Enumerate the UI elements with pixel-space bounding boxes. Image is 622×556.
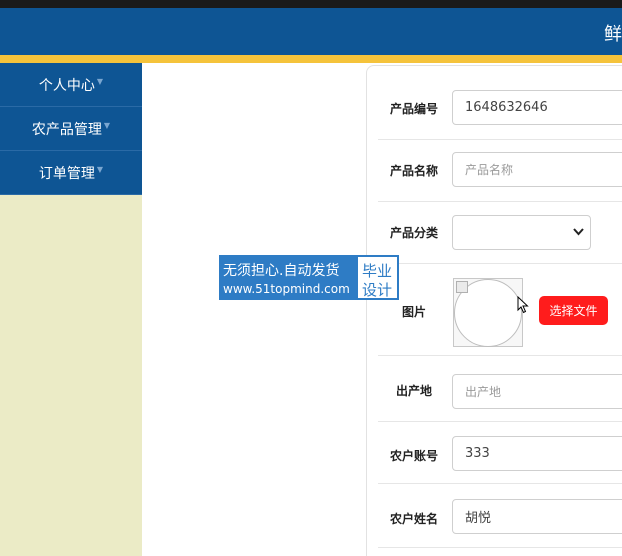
farmer-name-value: 胡悦 bbox=[465, 511, 492, 526]
app-header: 鲜 bbox=[0, 8, 622, 55]
product-category-label: 产品分类 bbox=[389, 226, 438, 240]
sidebar: 个人中心 ▼ 农产品管理 ▼ 订单管理 ▼ bbox=[0, 63, 142, 556]
image-preview bbox=[453, 278, 523, 347]
broken-image-icon bbox=[456, 281, 468, 293]
image-label: 图片 bbox=[401, 305, 426, 319]
content-area bbox=[142, 63, 366, 556]
product-code-value: 1648632646 bbox=[465, 100, 548, 115]
chevron-down-icon: ▼ bbox=[103, 121, 111, 130]
header-accent-stripe bbox=[0, 55, 622, 63]
product-name-input[interactable]: 产品名称 bbox=[452, 152, 622, 187]
chevron-down-icon: ▼ bbox=[96, 165, 104, 174]
mouse-pointer-icon bbox=[517, 295, 529, 318]
top-edge-bar bbox=[0, 0, 622, 8]
sidebar-item-label: 订单管理 bbox=[38, 165, 95, 182]
sidebar-item-product-management[interactable]: 农产品管理 ▼ bbox=[0, 107, 142, 151]
farmer-account-value: 333 bbox=[465, 446, 490, 461]
watermark-tag: 毕业 设计 bbox=[357, 256, 398, 299]
product-name-placeholder: 产品名称 bbox=[465, 163, 514, 177]
watermark-url: www.51topmind.com bbox=[223, 282, 350, 296]
farmer-name-field[interactable]: 胡悦 bbox=[452, 499, 622, 534]
farmer-account-label: 农户账号 bbox=[389, 449, 438, 463]
watermark-slogan: 无须担心.自动发货 bbox=[223, 263, 340, 279]
origin-label: 出产地 bbox=[395, 384, 432, 398]
product-name-label: 产品名称 bbox=[389, 164, 438, 178]
chevron-down-icon: ▼ bbox=[96, 77, 104, 86]
product-category-select[interactable] bbox=[452, 215, 591, 250]
sidebar-item-order-management[interactable]: 订单管理 ▼ bbox=[0, 151, 142, 195]
sidebar-item-label: 个人中心 bbox=[38, 77, 95, 94]
origin-placeholder: 出产地 bbox=[465, 385, 502, 399]
watermark-banner: 无须担心.自动发货 www.51topmind.com 毕业 设计 bbox=[219, 255, 399, 300]
product-code-label: 产品编号 bbox=[389, 102, 438, 116]
watermark-tag-line1: 毕业 bbox=[362, 262, 393, 280]
watermark-tag-line2: 设计 bbox=[362, 281, 393, 299]
product-code-field[interactable]: 1648632646 bbox=[452, 90, 622, 125]
app-title: 鲜 bbox=[604, 24, 622, 45]
chevron-down-icon bbox=[573, 225, 584, 239]
farmer-name-label: 农户姓名 bbox=[389, 512, 438, 526]
sidebar-item-personal-center[interactable]: 个人中心 ▼ bbox=[0, 63, 142, 107]
origin-input[interactable]: 出产地 bbox=[452, 374, 622, 409]
sidebar-item-label: 农产品管理 bbox=[31, 121, 102, 138]
choose-file-button[interactable]: 选择文件 bbox=[539, 296, 608, 325]
farmer-account-field[interactable]: 333 bbox=[452, 436, 622, 471]
